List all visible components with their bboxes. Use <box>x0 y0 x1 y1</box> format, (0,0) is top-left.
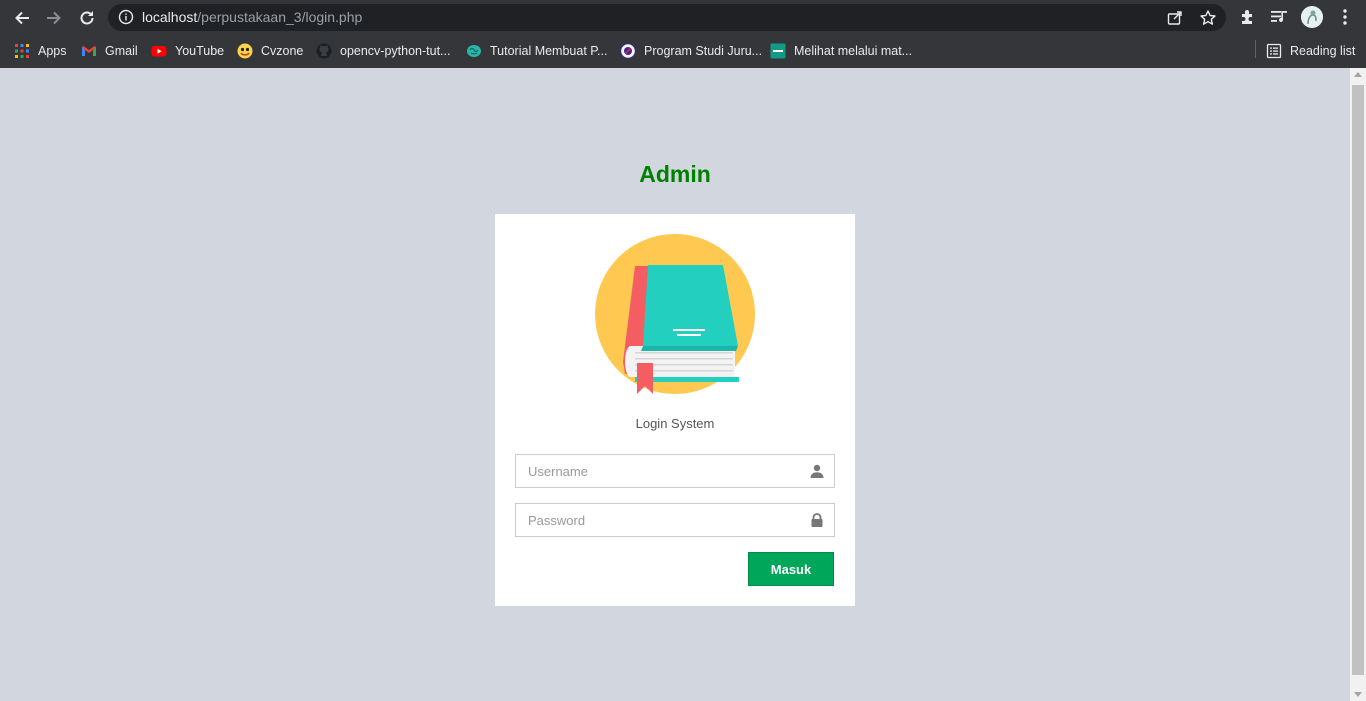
bookmark-label: Tutorial Membuat P... <box>490 44 608 58</box>
more-menu-icon[interactable] <box>1335 7 1355 27</box>
bookmarks-divider <box>1255 40 1256 58</box>
login-title: Admin <box>639 161 711 187</box>
bookmark-tutorial[interactable]: Tutorial Membuat P... <box>466 41 607 61</box>
url-host: localhost <box>142 9 198 25</box>
profile-avatar[interactable] <box>1301 6 1323 28</box>
github-icon <box>316 43 332 59</box>
bookmark-youtube[interactable]: YouTube <box>151 41 224 61</box>
reading-list-icon <box>1266 43 1282 59</box>
arrow-right-icon <box>47 11 61 25</box>
info-icon[interactable] <box>118 9 134 25</box>
bookmark-label: Apps <box>38 44 67 58</box>
bookmark-cvzone[interactable]: Cvzone <box>237 41 303 61</box>
username-input[interactable] <box>516 455 834 487</box>
reading-list-button[interactable]: Reading list <box>1266 41 1355 61</box>
bookmark-label: YouTube <box>175 44 225 58</box>
bookmark-label: opencv-python-tut... <box>340 44 451 58</box>
reload-button[interactable] <box>75 6 99 30</box>
bookmark-page-icon <box>770 43 786 59</box>
username-field <box>515 454 835 488</box>
browser-toolbar: localhost/perpustakaan_3/login.php <box>0 0 1366 35</box>
bookmark-melihat[interactable]: Melihat melalui mat... <box>770 41 912 61</box>
share-icon[interactable] <box>1166 9 1184 27</box>
login-page: Admin Login System Username Masuk <box>0 68 1350 701</box>
bookmark-label: Gmail <box>105 44 138 58</box>
forward-button[interactable] <box>42 6 66 30</box>
login-box: Login System Masuk <box>495 214 855 606</box>
bookmarks-bar: Apps Gmail YouTube Cvzone opencv-python-… <box>0 35 1366 68</box>
university-icon <box>620 43 636 59</box>
scrollbar-thumb[interactable] <box>1352 85 1364 675</box>
url-text: localhost/perpustakaan_3/login.php <box>142 9 362 26</box>
book-logo-icon <box>595 234 755 394</box>
bookmark-apps[interactable]: Apps <box>14 41 67 61</box>
bookmark-gmail[interactable]: Gmail <box>81 41 138 61</box>
scroll-down-arrow-icon[interactable] <box>1354 692 1362 697</box>
apps-grid-icon <box>15 44 29 58</box>
back-button[interactable] <box>10 6 34 30</box>
youtube-icon <box>151 46 167 57</box>
scroll-up-arrow-icon[interactable] <box>1354 72 1362 77</box>
star-icon[interactable] <box>1199 9 1217 27</box>
bookmark-label: Program Studi Juru... <box>644 44 763 58</box>
user-icon <box>810 464 824 478</box>
lock-icon <box>811 513 823 527</box>
bookmark-label: Cvzone <box>261 44 304 58</box>
avatar-icon <box>1301 6 1323 28</box>
page-scrollbar[interactable] <box>1350 68 1366 701</box>
bookmark-label: Melihat melalui mat... <box>794 44 913 58</box>
reading-list-label: Reading list <box>1290 44 1356 58</box>
cvzone-icon <box>237 43 253 59</box>
reload-icon <box>80 11 94 25</box>
address-bar[interactable]: localhost/perpustakaan_3/login.php <box>108 4 1226 31</box>
browser-chrome: localhost/perpustakaan_3/login.php Apps … <box>0 0 1366 68</box>
password-field <box>515 503 835 537</box>
extensions-icon[interactable] <box>1238 7 1258 27</box>
url-path: /perpustakaan_3/login.php <box>197 9 363 25</box>
login-message: Login System <box>635 416 715 431</box>
gmail-icon <box>82 46 96 56</box>
masuk-button[interactable]: Masuk <box>748 552 834 586</box>
bookmark-opencv[interactable]: opencv-python-tut... <box>316 41 450 61</box>
arrow-left-icon <box>15 11 29 25</box>
brain-icon <box>467 45 481 57</box>
password-input[interactable] <box>516 504 834 536</box>
media-control-icon[interactable] <box>1269 7 1289 27</box>
bookmark-program-studi[interactable]: Program Studi Juru... <box>620 41 762 61</box>
